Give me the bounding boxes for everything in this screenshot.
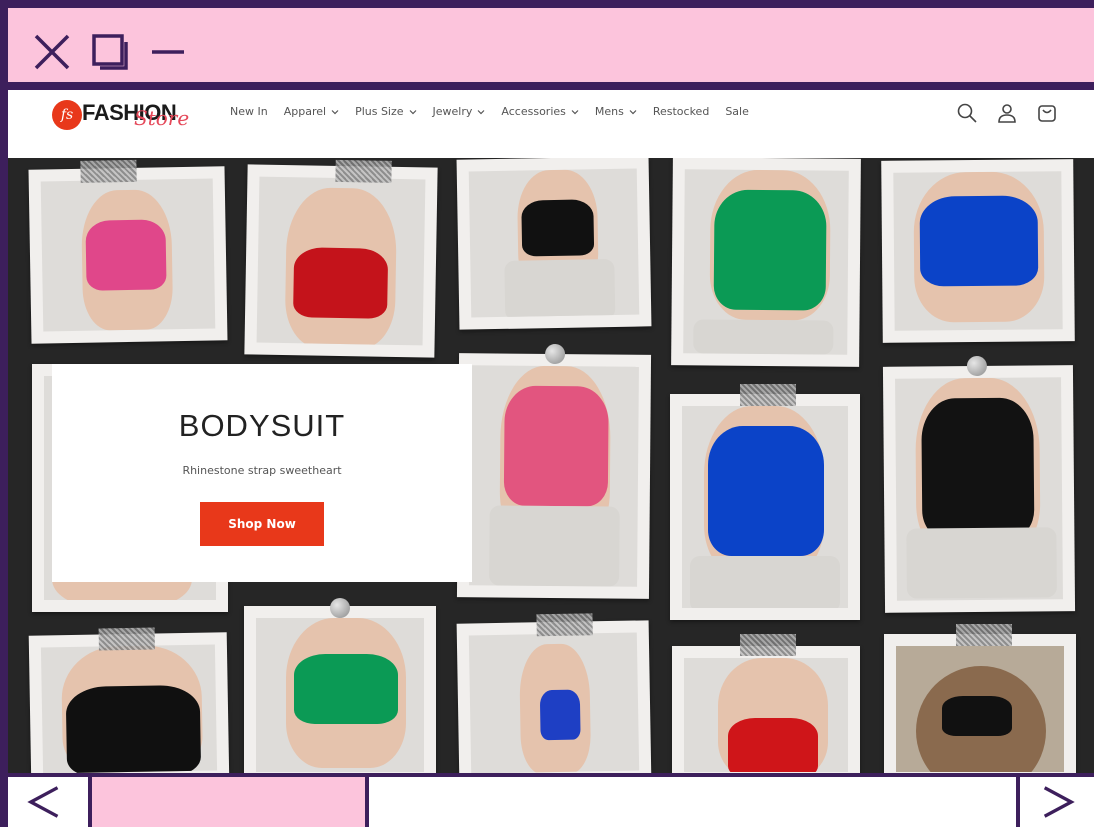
product-photo[interactable]	[884, 624, 1076, 773]
progress-track[interactable]	[92, 777, 1016, 827]
minimize-icon[interactable]	[148, 32, 188, 72]
shop-now-button[interactable]: Shop Now	[200, 502, 324, 546]
nav-item-label: Restocked	[652, 105, 710, 118]
product-collage: BODYSUIT Rhinestone strap sweetheart Sho…	[8, 156, 1094, 773]
hero-subtitle: Rhinestone strap sweetheart	[182, 464, 342, 477]
product-photo[interactable]	[244, 159, 438, 358]
product-photo[interactable]	[672, 634, 860, 773]
previous-arrow-icon[interactable]	[8, 777, 92, 827]
store-logo[interactable]: fs FASHION Store	[52, 94, 202, 134]
main-nav: New In Apparel Plus Size Jewelry Accesso…	[230, 105, 749, 118]
product-photo[interactable]	[456, 613, 652, 773]
title-bar	[8, 8, 1094, 86]
search-icon[interactable]	[956, 102, 978, 124]
product-photo[interactable]	[456, 343, 652, 599]
next-arrow-icon[interactable]	[1016, 777, 1094, 827]
nav-item-apparel[interactable]: Apparel	[284, 105, 339, 118]
chevron-down-icon	[477, 109, 485, 114]
product-photo[interactable]	[881, 159, 1075, 343]
header-icons	[956, 102, 1058, 124]
account-icon[interactable]	[996, 102, 1018, 124]
chevron-down-icon	[409, 109, 416, 114]
nav-item-label: Jewelry	[432, 105, 473, 118]
product-photo[interactable]	[28, 627, 230, 773]
cart-icon[interactable]	[1036, 102, 1058, 124]
nav-item-label: Sale	[725, 105, 749, 118]
nav-item-plus-size[interactable]: Plus Size	[355, 105, 416, 118]
logo-script: Store	[134, 106, 190, 130]
nav-item-sale[interactable]: Sale	[725, 105, 749, 118]
nav-item-mens[interactable]: Mens	[595, 105, 637, 118]
product-photo[interactable]	[671, 157, 861, 367]
logo-badge: fs	[52, 100, 82, 130]
product-photo[interactable]	[456, 156, 652, 330]
restore-icon[interactable]	[90, 32, 130, 72]
store-header: fs FASHION Store New In Apparel Plus Siz…	[8, 90, 1094, 158]
bottom-nav-bar	[8, 773, 1094, 827]
nav-item-jewelry[interactable]: Jewelry	[433, 105, 486, 118]
product-photo[interactable]	[28, 159, 228, 344]
product-photo[interactable]	[244, 598, 436, 773]
nav-item-label: Apparel	[283, 105, 327, 118]
chevron-down-icon	[629, 109, 637, 114]
web-viewport: BODYSUIT Rhinestone strap sweetheart Sho…	[8, 90, 1094, 773]
nav-item-label: Plus Size	[355, 105, 404, 118]
hero-title: BODYSUIT	[178, 408, 346, 443]
product-photo[interactable]	[670, 384, 860, 620]
product-photo[interactable]	[882, 355, 1076, 613]
chevron-down-icon	[571, 109, 579, 114]
nav-item-new-in[interactable]: New In	[230, 105, 268, 118]
progress-fill	[92, 777, 370, 827]
nav-item-accessories[interactable]: Accessories	[501, 105, 579, 118]
close-icon[interactable]	[32, 32, 72, 72]
chevron-down-icon	[331, 109, 339, 114]
hero-card: BODYSUIT Rhinestone strap sweetheart Sho…	[52, 364, 472, 582]
nav-item-label: Mens	[594, 105, 624, 118]
nav-item-label: Accessories	[501, 105, 566, 118]
nav-item-label: New In	[230, 105, 268, 118]
nav-item-restocked[interactable]: Restocked	[653, 105, 709, 118]
